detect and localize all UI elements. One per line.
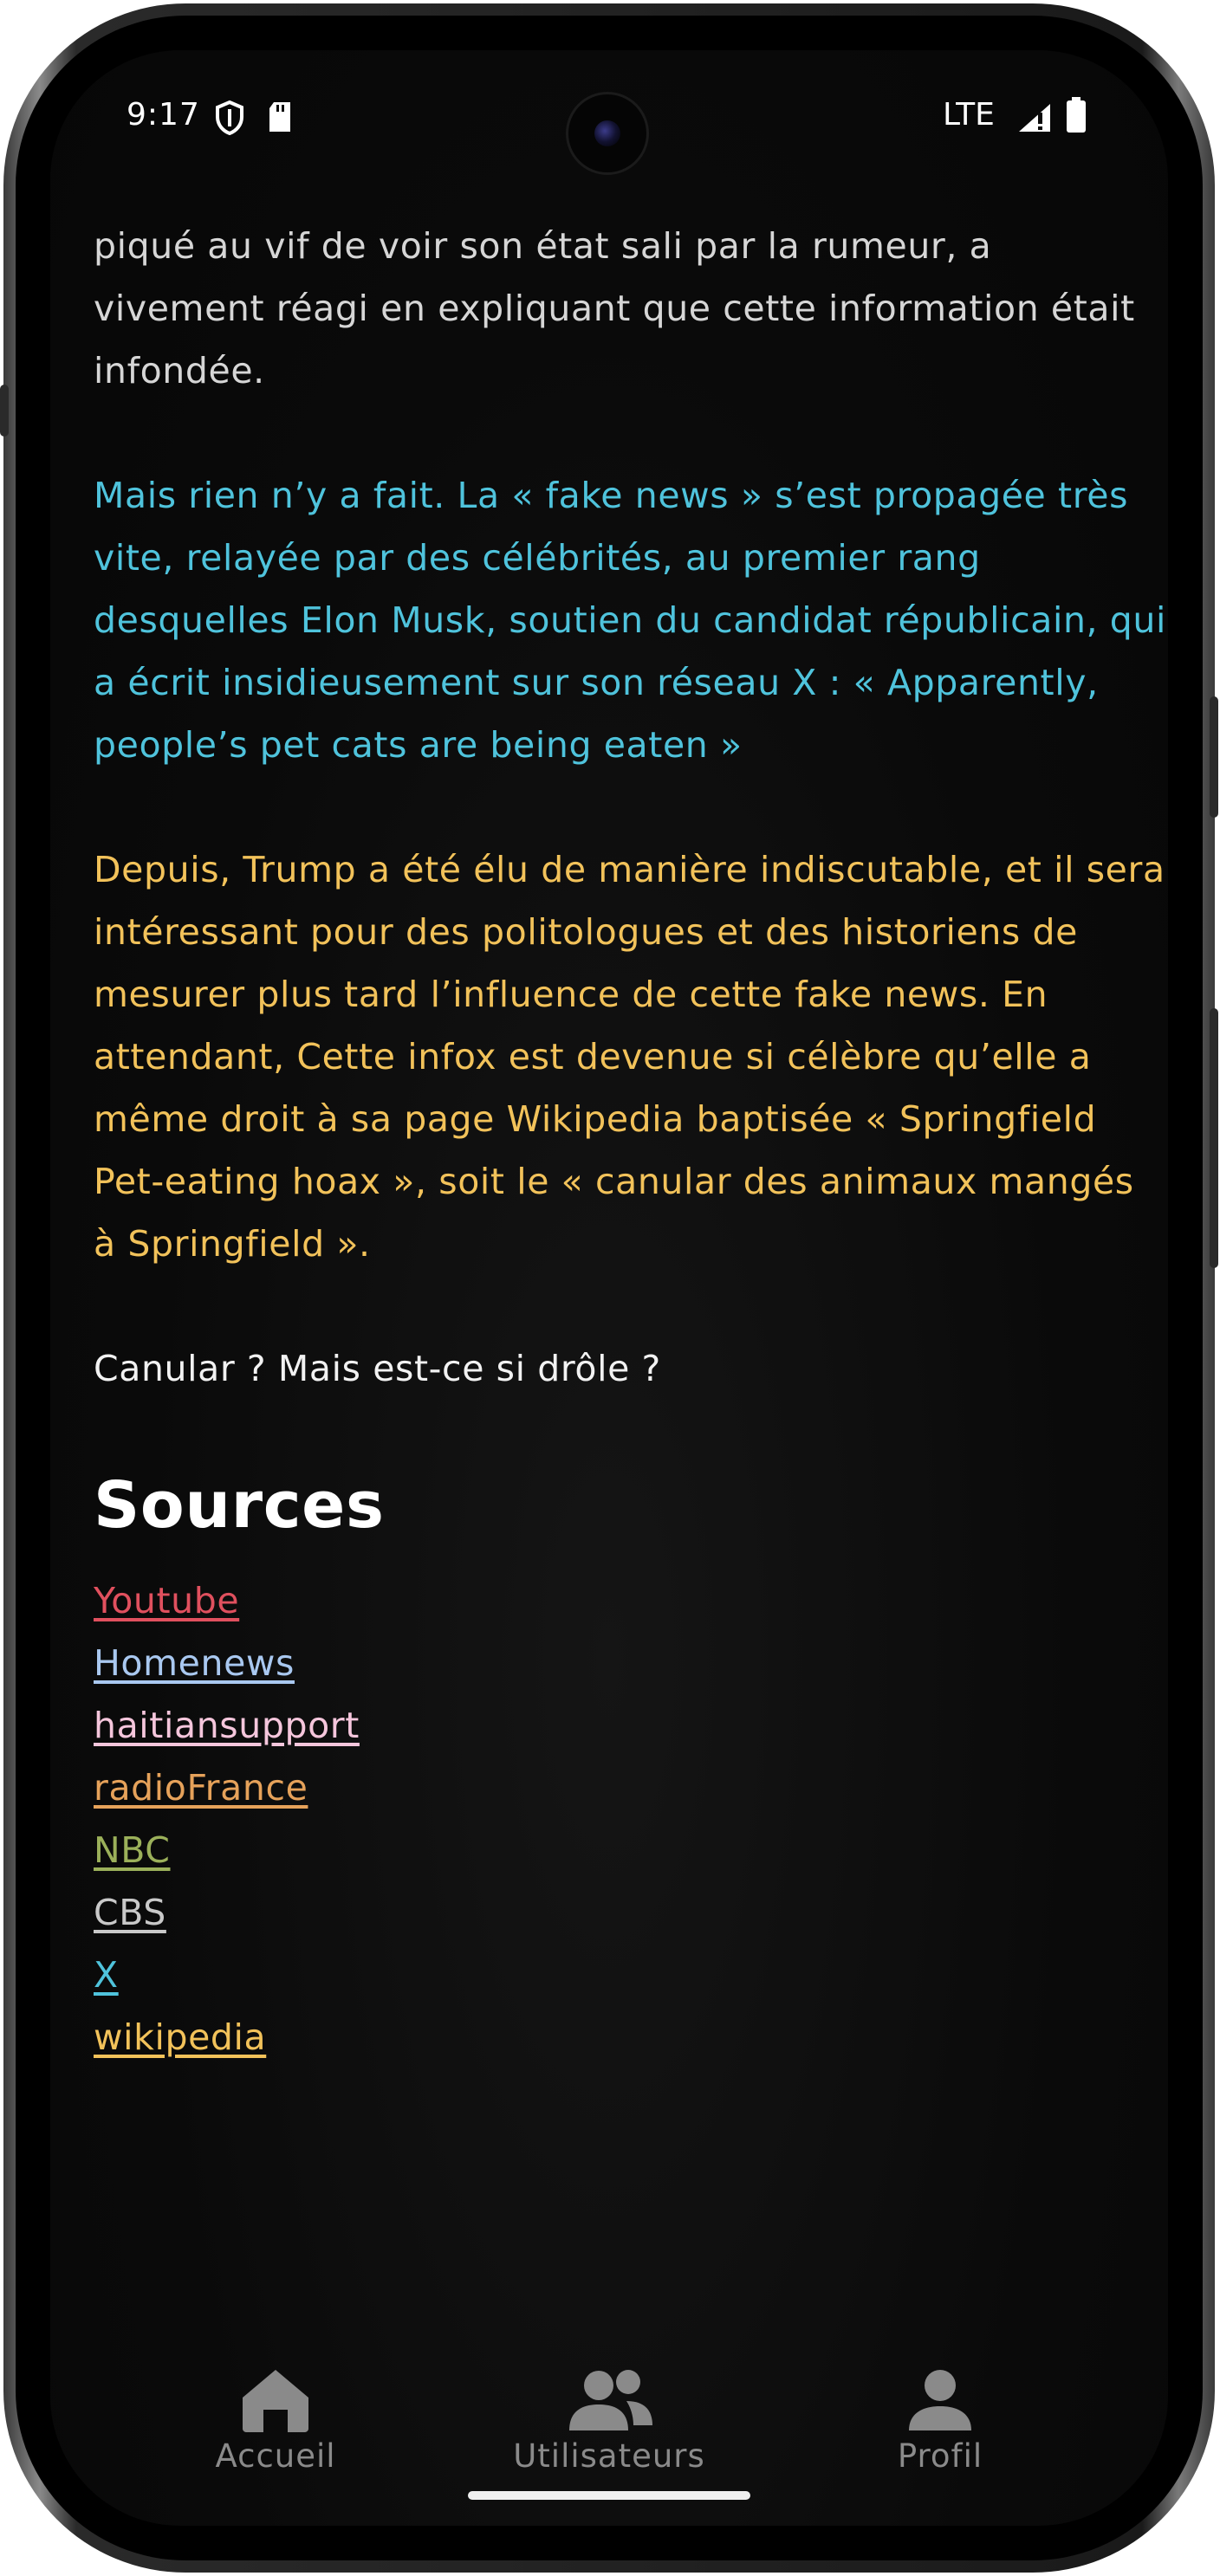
sources-list: Youtube Homenews haitiansupport radioFra… — [94, 1570, 1168, 2068]
nav-label: Utilisateurs — [513, 2437, 705, 2475]
article-paragraph: piqué au vif de voir son état sali par l… — [94, 225, 1135, 392]
source-link-homenews[interactable]: Homenews — [94, 1632, 1168, 1694]
status-time: 9:17 — [127, 97, 200, 133]
nav-label: Profil — [897, 2437, 983, 2475]
network-type: LTE — [943, 97, 995, 133]
battery-icon — [1066, 97, 1087, 141]
sources-heading: Sources — [94, 1468, 385, 1543]
volume-rocker — [1210, 1008, 1218, 1268]
source-link-radiofrance[interactable]: radioFrance — [94, 1757, 1168, 1819]
nav-item-profil[interactable]: Profil — [810, 2337, 1070, 2475]
source-link-x[interactable]: X — [94, 1944, 1168, 2006]
home-icon — [243, 2370, 308, 2432]
article-paragraph-wikipedia: Depuis, Trump a été élu de manière indis… — [94, 849, 1165, 1265]
volume-button — [0, 385, 9, 437]
shield-icon — [215, 100, 244, 143]
screen: 9:17 LTE piqué au vif de voir son état s… — [50, 50, 1168, 2526]
nav-label: Accueil — [215, 2437, 336, 2475]
source-link-wikipedia[interactable]: wikipedia — [94, 2006, 1168, 2068]
nav-item-accueil[interactable]: Accueil — [146, 2337, 406, 2475]
front-camera — [566, 92, 649, 175]
article-paragraph-question: Canular ? Mais est-ce si drôle ? — [94, 1348, 661, 1389]
nav-item-utilisateurs[interactable]: Utilisateurs — [479, 2337, 739, 2475]
source-link-youtube[interactable]: Youtube — [94, 1570, 1168, 1632]
sd-card-icon — [267, 100, 293, 141]
article-paragraph-quote: Mais rien n’y a fait. La « fake news » s… — [94, 475, 1166, 766]
source-link-nbc[interactable]: NBC — [94, 1819, 1168, 1881]
source-link-cbs[interactable]: CBS — [94, 1881, 1168, 1944]
source-link-haitiansupport[interactable]: haitiansupport — [94, 1694, 1168, 1757]
signal-icon — [1017, 102, 1052, 141]
home-indicator[interactable] — [468, 2491, 750, 2500]
users-icon — [569, 2370, 652, 2430]
power-button — [1210, 696, 1218, 818]
article-content: piqué au vif de voir son état sali par l… — [94, 215, 1168, 2068]
user-icon — [909, 2370, 971, 2430]
